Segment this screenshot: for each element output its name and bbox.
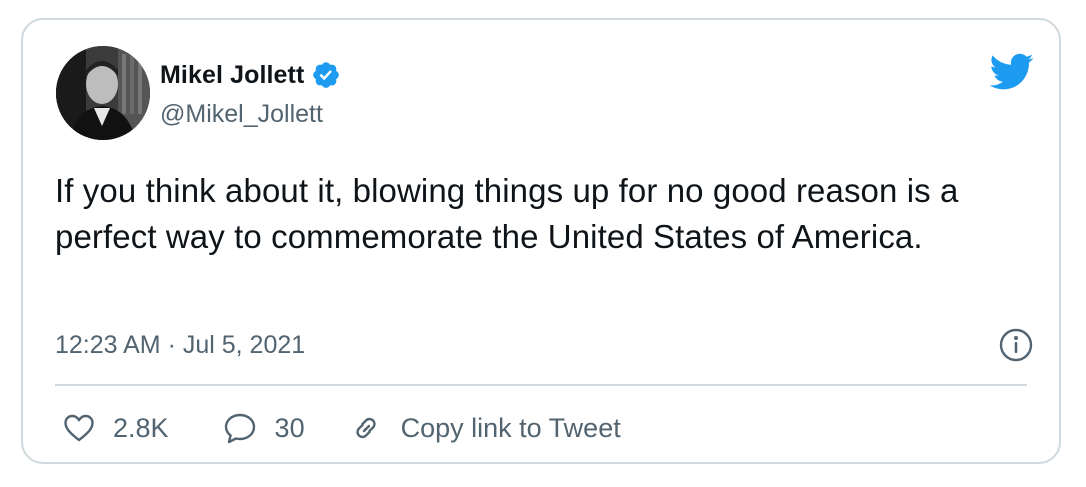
author-display-name[interactable]: Mikel Jollett — [160, 61, 304, 90]
like-count: 2.8K — [113, 412, 169, 443]
tweet-text: If you think about it, blowing things up… — [55, 172, 959, 255]
tweet-card[interactable]: Mikel Jollett @Mikel_Jollett If you thin… — [21, 18, 1061, 464]
tweet-timestamp[interactable]: 12:23 AM · Jul 5, 2021 — [55, 331, 305, 360]
speech-bubble-icon — [223, 412, 257, 444]
verified-badge-icon — [311, 60, 341, 90]
link-icon — [349, 411, 383, 445]
like-button[interactable]: 2.8K — [63, 413, 169, 444]
divider — [55, 384, 1027, 386]
copy-link-label: Copy link to Tweet — [400, 412, 621, 443]
action-bar: 2.8K 30 Copy link to Tweet — [63, 408, 621, 448]
twitter-bird-icon[interactable] — [989, 52, 1034, 92]
copy-link-button[interactable]: Copy link to Tweet — [349, 411, 621, 445]
info-icon[interactable] — [999, 328, 1033, 362]
avatar[interactable] — [56, 46, 150, 140]
author-name-row: Mikel Jollett — [160, 58, 341, 92]
reply-button[interactable]: 30 — [223, 412, 305, 444]
avatar-photo — [56, 46, 150, 140]
author-handle[interactable]: @Mikel_Jollett — [160, 100, 323, 129]
heart-icon — [63, 413, 95, 443]
reply-count: 30 — [274, 412, 305, 443]
